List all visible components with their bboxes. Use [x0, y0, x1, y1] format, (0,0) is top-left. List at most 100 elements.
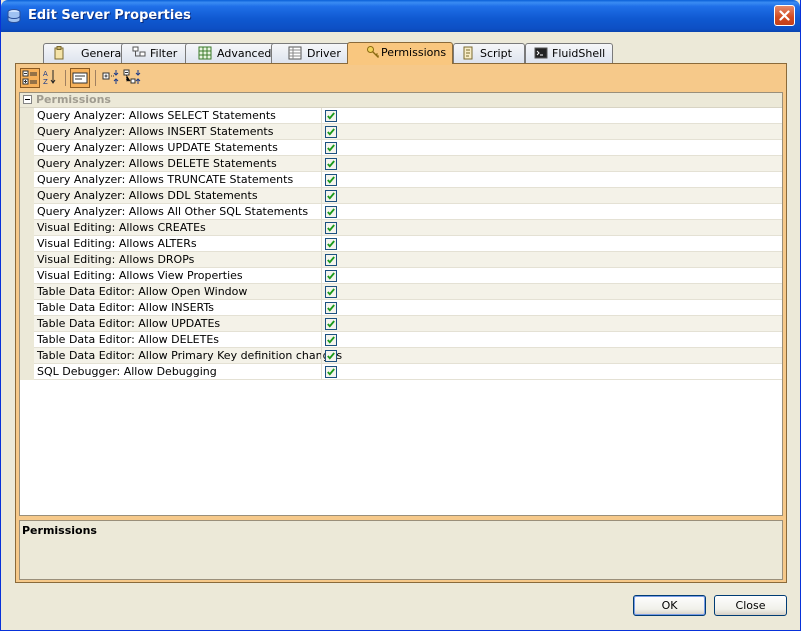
checkmark-icon: [327, 208, 335, 216]
column-divider: [321, 172, 322, 188]
property-row[interactable]: Visual Editing: Allows ALTERs: [34, 236, 782, 252]
close-window-button[interactable]: [774, 5, 795, 26]
column-divider: [321, 220, 322, 236]
filter-icon: [132, 46, 146, 60]
permission-checkbox[interactable]: [325, 254, 337, 266]
property-row[interactable]: Table Data Editor: Allow INSERTs: [34, 300, 782, 316]
property-row[interactable]: Query Analyzer: Allows INSERT Statements: [34, 124, 782, 140]
svg-text:Z: Z: [43, 78, 48, 86]
permission-checkbox[interactable]: [325, 206, 337, 218]
permission-checkbox[interactable]: [325, 302, 337, 314]
property-name: Visual Editing: Allows CREATEs: [37, 221, 206, 234]
permission-checkbox[interactable]: [325, 238, 337, 250]
permission-checkbox[interactable]: [325, 110, 337, 122]
close-button[interactable]: Close: [714, 595, 787, 616]
advanced-grid-icon: [198, 46, 212, 60]
tab-permissions[interactable]: Permissions: [347, 42, 453, 65]
dialog-window: Edit Server Properties General Filter Ad…: [0, 0, 801, 631]
tab-fluidshell[interactable]: FluidShell: [525, 43, 613, 63]
sort-az-icon: AZ: [43, 70, 56, 86]
permission-checkbox[interactable]: [325, 318, 337, 330]
permission-checkbox[interactable]: [325, 270, 337, 282]
property-row[interactable]: Visual Editing: Allows DROPs: [34, 252, 782, 268]
tab-script[interactable]: Script: [453, 43, 525, 63]
column-divider: [321, 364, 322, 380]
show-description-button[interactable]: [70, 68, 90, 88]
column-divider: [321, 156, 322, 172]
tab-label: Filter: [150, 47, 178, 60]
property-row[interactable]: SQL Debugger: Allow Debugging: [34, 364, 782, 380]
alphabetical-sort-button[interactable]: AZ: [41, 68, 61, 88]
property-name: SQL Debugger: Allow Debugging: [37, 365, 217, 378]
permission-checkbox[interactable]: [325, 126, 337, 138]
permission-checkbox[interactable]: [325, 366, 337, 378]
permissions-key-icon: [366, 45, 380, 59]
category-label: Permissions: [36, 93, 111, 106]
column-divider: [321, 140, 322, 156]
tab-label: General: [81, 47, 125, 60]
title-bar[interactable]: Edit Server Properties: [1, 0, 800, 32]
permission-checkbox[interactable]: [325, 334, 337, 346]
column-divider: [321, 300, 322, 316]
property-row[interactable]: Query Analyzer: Allows TRUNCATE Statemen…: [34, 172, 782, 188]
property-name: Table Data Editor: Allow DELETEs: [37, 333, 220, 346]
property-grid: Permissions Query Analyzer: Allows SELEC…: [19, 92, 783, 516]
property-name: Query Analyzer: Allows DELETE Statements: [37, 157, 277, 170]
property-row[interactable]: Query Analyzer: Allows DELETE Statements: [34, 156, 782, 172]
property-name: Query Analyzer: Allows TRUNCATE Statemen…: [37, 173, 294, 186]
property-row[interactable]: Table Data Editor: Allow UPDATEs: [34, 316, 782, 332]
column-divider: [321, 268, 322, 284]
fluidshell-icon: [534, 46, 548, 60]
property-name: Query Analyzer: Allows UPDATE Statements: [37, 141, 278, 154]
tab-advanced[interactable]: Advanced: [185, 43, 285, 63]
permission-checkbox[interactable]: [325, 174, 337, 186]
permission-checkbox[interactable]: [325, 190, 337, 202]
permission-checkbox[interactable]: [325, 350, 337, 362]
property-name: Query Analyzer: Allows INSERT Statements: [37, 125, 274, 138]
permission-checkbox[interactable]: [325, 158, 337, 170]
checkmark-icon: [327, 176, 335, 184]
column-divider: [321, 236, 322, 252]
permissions-panel: AZ Permissions Query Analyzer: Allows SE…: [15, 63, 787, 583]
svg-text:A: A: [43, 70, 48, 78]
property-row[interactable]: Table Data Editor: Allow Primary Key def…: [34, 348, 782, 364]
property-row[interactable]: Query Analyzer: Allows DDL Statements: [34, 188, 782, 204]
description-title: Permissions: [22, 524, 97, 537]
tab-strip: General Filter Advanced Driver Permissio…: [15, 42, 785, 65]
collapse-all-icon: [123, 69, 141, 84]
driver-icon: [288, 46, 302, 60]
checkmark-icon: [327, 240, 335, 248]
property-toolbar: AZ: [18, 66, 784, 90]
property-row[interactable]: Query Analyzer: Allows SELECT Statements: [34, 108, 782, 124]
categorized-view-button[interactable]: [20, 68, 40, 88]
property-row[interactable]: Table Data Editor: Allow DELETEs: [34, 332, 782, 348]
property-name: Visual Editing: Allows DROPs: [37, 253, 195, 266]
category-row-permissions[interactable]: Permissions: [20, 93, 782, 108]
property-row[interactable]: Query Analyzer: Allows UPDATE Statements: [34, 140, 782, 156]
permission-checkbox[interactable]: [325, 142, 337, 154]
property-name: Visual Editing: Allows View Properties: [37, 269, 243, 282]
checkmark-icon: [327, 272, 335, 280]
property-name: Table Data Editor: Allow UPDATEs: [37, 317, 221, 330]
server-db-icon: [7, 8, 23, 24]
ok-button[interactable]: OK: [633, 595, 706, 616]
property-row[interactable]: Query Analyzer: Allows All Other SQL Sta…: [34, 204, 782, 220]
toolbar-separator: [95, 70, 96, 86]
collapse-toggle-icon[interactable]: [23, 95, 32, 104]
property-name: Query Analyzer: Allows SELECT Statements: [37, 109, 276, 122]
property-name: Table Data Editor: Allow Open Window: [37, 285, 248, 298]
collapse-all-button[interactable]: [123, 68, 143, 88]
property-row[interactable]: Visual Editing: Allows CREATEs: [34, 220, 782, 236]
checkmark-icon: [327, 160, 335, 168]
column-divider: [321, 188, 322, 204]
permission-checkbox[interactable]: [325, 222, 337, 234]
property-name: Table Data Editor: Allow INSERTs: [37, 301, 215, 314]
permission-checkbox[interactable]: [325, 286, 337, 298]
property-row[interactable]: Visual Editing: Allows View Properties: [34, 268, 782, 284]
expand-all-icon: [102, 70, 119, 84]
checkmark-icon: [327, 192, 335, 200]
checkmark-icon: [327, 320, 335, 328]
property-row[interactable]: Table Data Editor: Allow Open Window: [34, 284, 782, 300]
expand-all-button[interactable]: [102, 68, 122, 88]
categorized-icon: [22, 70, 37, 85]
